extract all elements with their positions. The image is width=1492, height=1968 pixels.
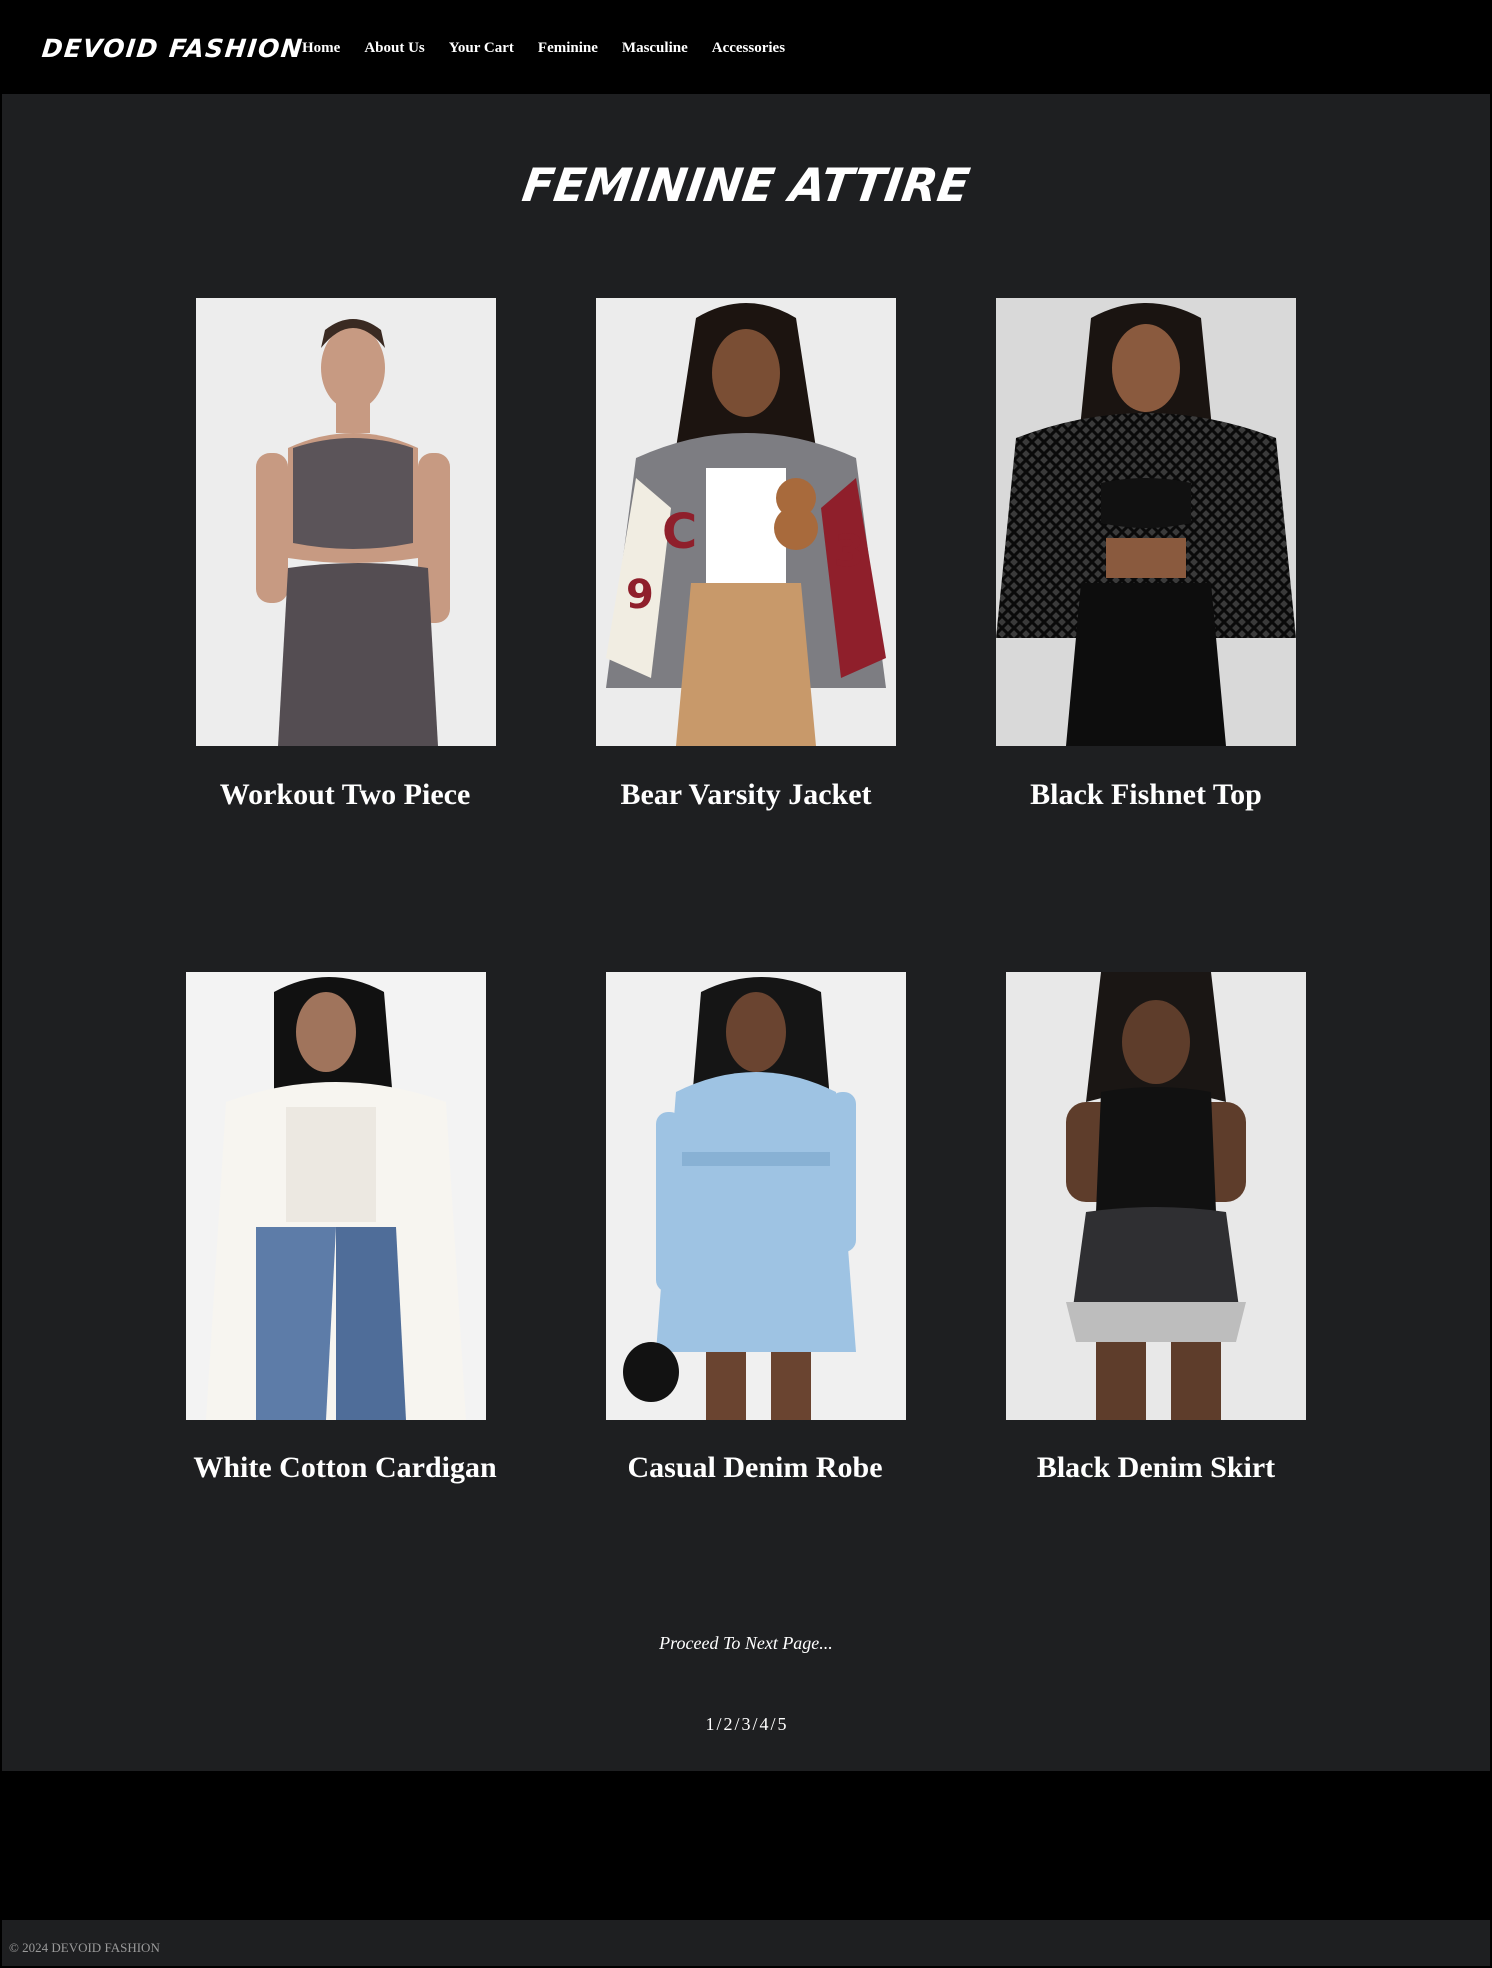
- product-card[interactable]: [196, 298, 496, 746]
- page-separator: /: [734, 1714, 740, 1734]
- product-card[interactable]: C 3 9: [596, 298, 896, 746]
- page-separator: /: [770, 1714, 776, 1734]
- nav-masculine[interactable]: Masculine: [622, 40, 688, 57]
- footer-bar: [2, 1920, 1490, 1966]
- product-title[interactable]: White Cotton Cardigan: [193, 1451, 496, 1485]
- nav-accessories[interactable]: Accessories: [712, 40, 785, 57]
- svg-text:C: C: [662, 504, 697, 560]
- product-image[interactable]: [996, 298, 1296, 746]
- nav-feminine[interactable]: Feminine: [538, 40, 598, 57]
- product-image[interactable]: [1006, 972, 1306, 1420]
- pagination: 1/2/3/4/5: [0, 1714, 1492, 1735]
- svg-text:9: 9: [626, 572, 654, 618]
- page-link-4[interactable]: 4: [760, 1714, 769, 1734]
- product-title[interactable]: Workout Two Piece: [220, 778, 471, 812]
- nav-home[interactable]: Home: [302, 40, 340, 57]
- product-title[interactable]: Bear Varsity Jacket: [620, 778, 871, 812]
- pager-note: Proceed To Next Page...: [659, 1633, 833, 1653]
- nav-your-cart[interactable]: Your Cart: [449, 40, 514, 57]
- product-image[interactable]: C 3 9: [596, 298, 896, 746]
- product-card[interactable]: [186, 972, 486, 1420]
- product-card[interactable]: [996, 298, 1296, 746]
- product-card[interactable]: [1006, 972, 1306, 1420]
- product-title[interactable]: Casual Denim Robe: [627, 1451, 882, 1485]
- product-card[interactable]: [606, 972, 906, 1420]
- copyright: © 2024 DEVOID FASHION: [9, 1940, 160, 1955]
- product-title[interactable]: Black Denim Skirt: [1037, 1451, 1275, 1485]
- main-nav: Home About Us Your Cart Feminine Masculi…: [302, 40, 809, 57]
- site-header: DEVOID FASHION Home About Us Your Cart F…: [2, 2, 1490, 94]
- site-logo[interactable]: DEVOID FASHION: [40, 34, 304, 63]
- page-link-5[interactable]: 5: [778, 1714, 787, 1734]
- product-image[interactable]: [196, 298, 496, 746]
- svg-text:3: 3: [834, 526, 865, 577]
- page-separator: /: [752, 1714, 758, 1734]
- product-title[interactable]: Black Fishnet Top: [1030, 778, 1262, 812]
- page-link-3[interactable]: 3: [742, 1714, 751, 1734]
- footer-block: [2, 1771, 1490, 1920]
- product-image[interactable]: [186, 972, 486, 1420]
- product-image[interactable]: [606, 972, 906, 1420]
- nav-about-us[interactable]: About Us: [364, 40, 424, 57]
- page-title: FEMININE ATTIRE: [519, 158, 973, 212]
